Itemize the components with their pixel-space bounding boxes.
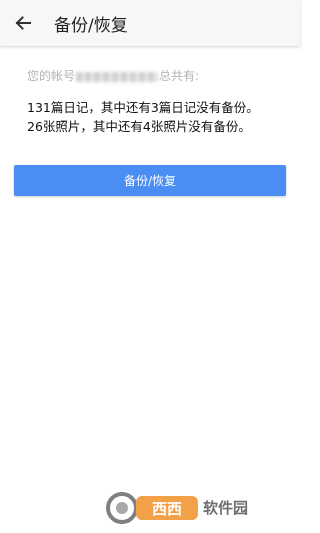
watermark-logo: 西西 软件园 <box>106 492 248 524</box>
backup-summary: 您的帐号 总共有: 131篇日记，其中还有3篇日记没有备份。 26张照片，其中还有… <box>27 66 287 136</box>
backup-restore-button[interactable]: 备份/恢复 <box>14 165 286 196</box>
account-line: 您的帐号 总共有: <box>27 66 287 86</box>
arrow-left-icon <box>15 16 31 30</box>
page-title: 备份/恢复 <box>54 15 128 36</box>
svg-text:西西: 西西 <box>152 500 182 518</box>
account-prefix: 您的帐号 <box>27 69 76 83</box>
svg-text:软件园: 软件园 <box>203 499 248 517</box>
account-suffix: 总共有: <box>159 69 200 83</box>
back-button[interactable] <box>0 0 46 46</box>
masked-account-id <box>76 71 159 82</box>
diary-stats: 131篇日记，其中还有3篇日记没有备份。 <box>27 100 259 115</box>
app-bar: 备份/恢复 <box>0 0 300 46</box>
photo-stats: 26张照片，其中还有4张照片没有备份。 <box>27 119 251 134</box>
backup-stats: 131篇日记，其中还有3篇日记没有备份。 26张照片，其中还有4张照片没有备份。 <box>27 98 287 136</box>
